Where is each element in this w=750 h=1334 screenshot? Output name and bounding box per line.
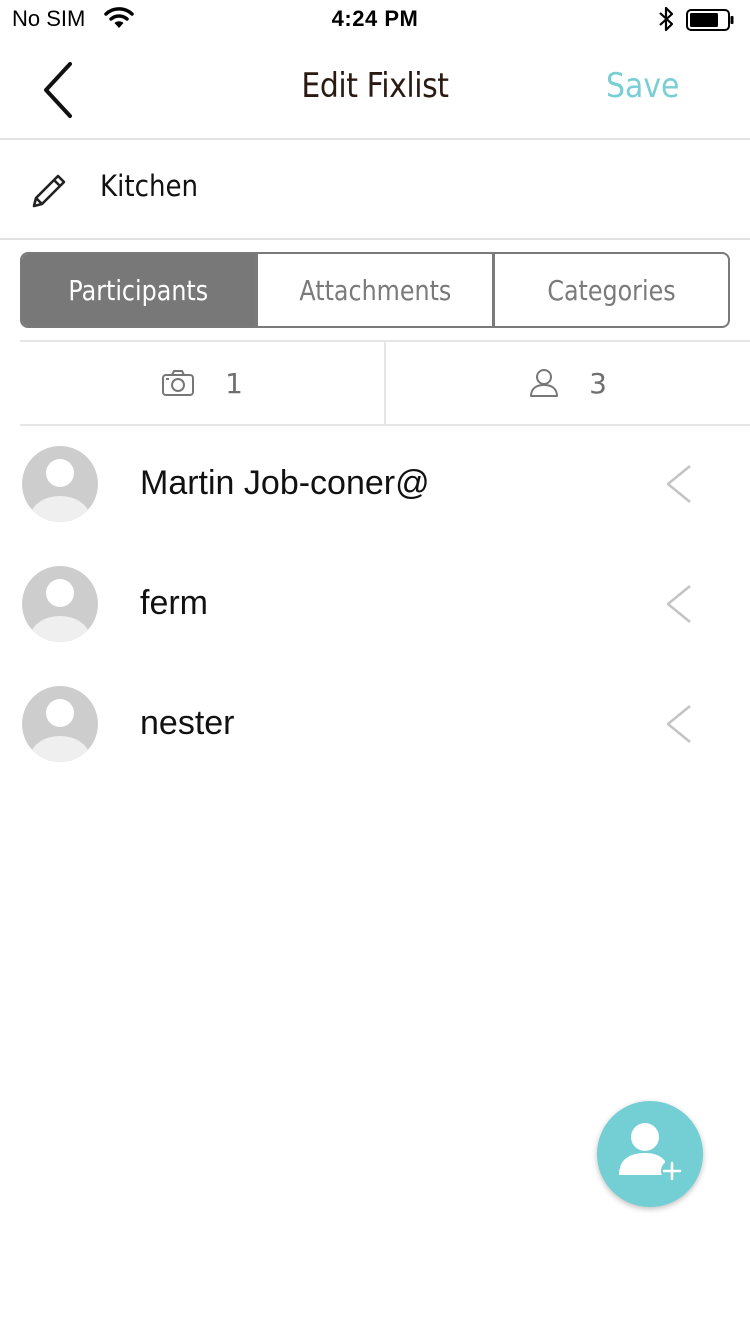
bluetooth-icon [659,6,674,32]
avatar [22,446,98,522]
photo-count: 1 [225,366,243,400]
battery-icon [686,9,734,31]
stats-row: 1 3 [20,340,750,426]
add-person-icon [619,1123,683,1182]
avatar [22,686,98,762]
list-item[interactable]: ferm [0,544,750,664]
fixlist-name-row [0,140,750,240]
participant-name: nester [140,704,235,742]
pencil-icon [32,174,66,208]
nav-bar: Edit Fixlist Save [0,40,750,140]
participants-list: Martin Job-coner@ ferm nester [0,424,750,784]
avatar-person-icon [30,459,90,522]
photo-count-stat: 1 [20,342,384,424]
avatar-person-icon [30,699,90,762]
add-participant-button[interactable] [597,1101,703,1207]
status-bar: No SIM 4:24 PM [0,0,750,40]
avatar [22,566,98,642]
save-button[interactable]: Save [606,66,679,106]
tab-categories[interactable]: Categories [491,254,728,326]
participant-count-stat: 3 [384,342,750,424]
avatar-person-icon [30,579,90,642]
participant-count: 3 [589,366,607,400]
chevron-left-icon[interactable] [664,704,694,744]
list-item[interactable]: nester [0,664,750,784]
list-item[interactable]: Martin Job-coner@ [0,424,750,544]
camera-icon [162,370,195,396]
clock: 4:24 PM [331,6,419,31]
participant-name: Martin Job-coner@ [140,464,430,502]
person-icon [530,369,559,397]
tab-attachments-label: Attachments [299,273,451,307]
participant-name: ferm [140,584,208,622]
tab-participants-label: Participants [68,273,209,307]
tab-attachments[interactable]: Attachments [255,254,491,326]
tab-participants[interactable]: Participants [22,254,256,326]
tab-segmented-control: Participants Attachments Categories [20,252,730,328]
fixlist-name-input[interactable] [100,166,640,206]
chevron-left-icon[interactable] [664,464,694,504]
tab-categories-label: Categories [547,273,676,307]
chevron-left-icon[interactable] [664,584,694,624]
